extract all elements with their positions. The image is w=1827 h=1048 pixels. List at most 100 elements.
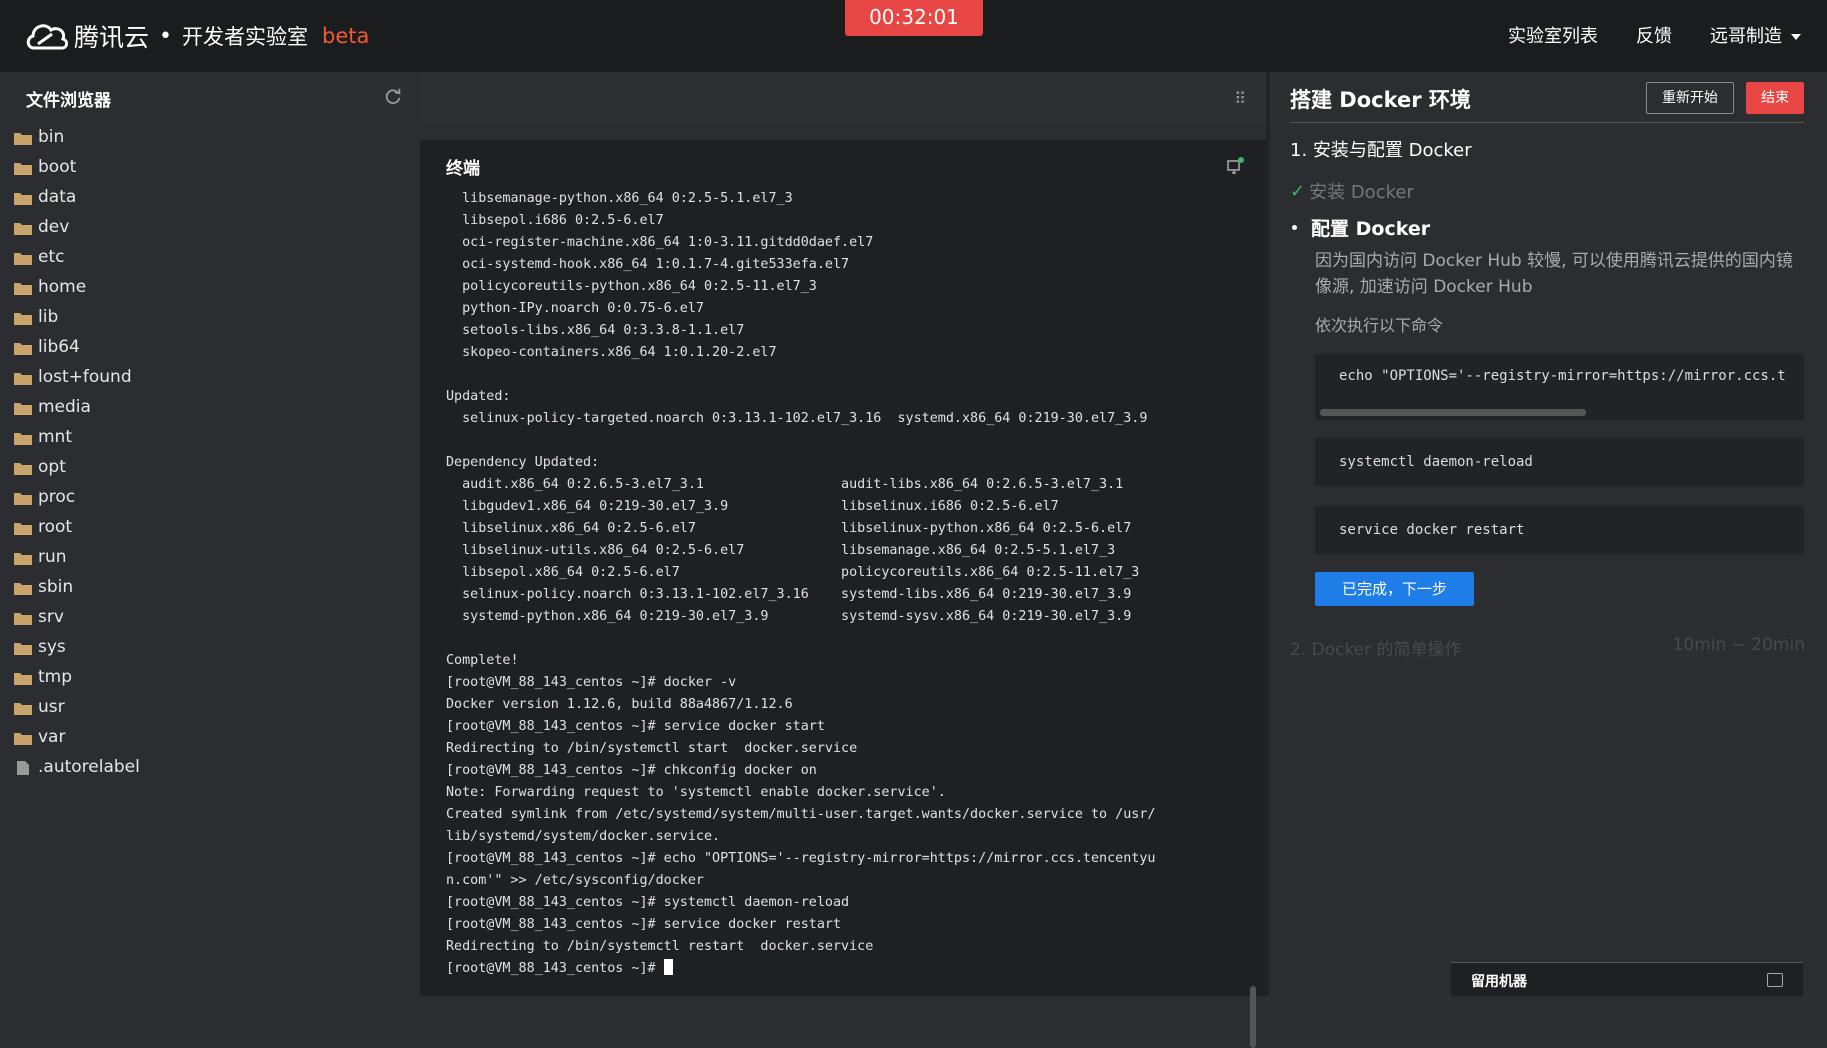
end-button[interactable]: 结束 xyxy=(1746,82,1804,114)
file-name: srv xyxy=(38,607,64,627)
grid-menu-icon[interactable]: ⠿ xyxy=(1234,89,1246,108)
keep-machine-label: 留用机器 xyxy=(1471,974,1527,990)
terminal-line: setools-libs.x86_64 0:3.3.8-1.1.el7 xyxy=(446,320,1155,342)
code-block-echo[interactable]: echo "OPTIONS='--registry-mirror=https:/… xyxy=(1315,354,1804,420)
terminal-output[interactable]: libsemanage-python.x86_64 0:2.5-5.1.el7_… xyxy=(446,188,1155,980)
code-block-docker-restart[interactable]: service docker restart xyxy=(1315,506,1804,554)
folder-icon xyxy=(14,130,32,145)
file-item[interactable]: tmp xyxy=(14,662,140,692)
terminal-line: audit.x86_64 0:2.6.5-3.el7_3.1 audit-lib… xyxy=(446,474,1155,496)
file-item[interactable]: srv xyxy=(14,602,140,632)
terminal-area: ⠿ 终端 libsemanage-python.x86_64 0:2.5-5.1… xyxy=(420,72,1266,1048)
next-step-button[interactable]: 已完成，下一步 xyxy=(1315,572,1474,606)
refresh-icon[interactable] xyxy=(383,86,405,108)
terminal-line: libselinux-utils.x86_64 0:2.5-6.el7 libs… xyxy=(446,540,1155,562)
section-1-title[interactable]: 1. 安装与配置 Docker xyxy=(1290,136,1472,162)
beta-badge: beta xyxy=(322,24,370,48)
file-item[interactable]: data xyxy=(14,182,140,212)
code-scrollbar[interactable] xyxy=(1320,409,1586,416)
file-item[interactable]: proc xyxy=(14,482,140,512)
external-window-icon[interactable] xyxy=(1226,156,1244,174)
file-item[interactable]: lib xyxy=(14,302,140,332)
file-item[interactable]: sys xyxy=(14,632,140,662)
nav-lab-list[interactable]: 实验室列表 xyxy=(1508,22,1598,48)
file-name: root xyxy=(38,517,73,537)
brand-separator: • xyxy=(159,23,172,49)
terminal-line-text: Updated: xyxy=(446,389,511,404)
section-2-title[interactable]: 2. Docker 的简单操作 xyxy=(1290,635,1462,660)
file-item[interactable]: var xyxy=(14,722,140,752)
step-description: 因为国内访问 Docker Hub 较慢, 可以使用腾讯云提供的国内镜像源, 加… xyxy=(1315,251,1793,297)
terminal-line-text: [root@VM_88_143_centos ~]# systemctl dae… xyxy=(446,895,850,910)
terminal-line: [root@VM_88_143_centos ~]# service docke… xyxy=(446,716,1155,738)
folder-icon xyxy=(14,340,32,355)
file-name: etc xyxy=(38,247,65,267)
file-item[interactable]: dev xyxy=(14,212,140,242)
file-list: bin boot data dev etc home lib lib64 lost+found m… xyxy=(14,122,140,782)
file-name: media xyxy=(38,397,91,417)
terminal-line: [root@VM_88_143_centos ~]# chkconfig doc… xyxy=(446,760,1155,782)
terminal-line-text: libselinux-utils.x86_64 0:2.5-6.el7 libs… xyxy=(446,543,1116,558)
file-name: tmp xyxy=(38,667,73,687)
nav-feedback[interactable]: 反馈 xyxy=(1636,22,1672,48)
file-name: bin xyxy=(38,127,65,147)
file-name: sbin xyxy=(38,577,74,597)
terminal-line: [root@VM_88_143_centos ~]# service docke… xyxy=(446,914,1155,936)
file-icon xyxy=(14,760,32,775)
file-item[interactable]: etc xyxy=(14,242,140,272)
terminal-line: [root@VM_88_143_centos ~]# systemctl dae… xyxy=(446,892,1155,914)
terminal-line-text: libgudev1.x86_64 0:219-30.el7_3.9 libsel… xyxy=(446,499,1059,514)
tencent-cloud-logo[interactable]: 腾讯云 • 开发者实验室 beta xyxy=(24,16,369,56)
file-item[interactable]: lib64 xyxy=(14,332,140,362)
file-item[interactable]: mnt xyxy=(14,422,140,452)
file-item[interactable]: sbin xyxy=(14,572,140,602)
folder-icon xyxy=(14,550,32,565)
terminal-line: Redirecting to /bin/systemctl start dock… xyxy=(446,738,1155,760)
nav-user-menu[interactable]: 远哥制造 xyxy=(1710,22,1801,48)
file-item[interactable]: .autorelabel xyxy=(14,752,140,782)
terminal-line: libselinux.x86_64 0:2.5-6.el7 libselinux… xyxy=(446,518,1155,540)
lab-title: 开发者实验室 xyxy=(182,25,308,49)
terminal-line-text: policycoreutils-python.x86_64 0:2.5-11.e… xyxy=(446,279,817,294)
file-item[interactable]: boot xyxy=(14,152,140,182)
file-item[interactable]: run xyxy=(14,542,140,572)
chat-icon[interactable] xyxy=(1767,973,1783,987)
step-install-label: 安装 Docker xyxy=(1309,182,1414,203)
terminal-panel[interactable]: 终端 libsemanage-python.x86_64 0:2.5-5.1.e… xyxy=(420,140,1266,1048)
terminal-line: [root@VM_88_143_centos ~]# xyxy=(446,958,1155,980)
user-name: 远哥制造 xyxy=(1710,26,1782,47)
file-item[interactable]: bin xyxy=(14,122,140,152)
terminal-line-text: setools-libs.x86_64 0:3.3.8-1.1.el7 xyxy=(446,323,745,338)
folder-icon xyxy=(14,430,32,445)
terminal-line: Note: Forwarding request to 'systemctl e… xyxy=(446,782,1155,804)
terminal-title: 终端 xyxy=(446,159,480,179)
section-2-duration: 10min ~ 20min xyxy=(1672,635,1805,655)
keep-machine-bar[interactable]: 留用机器 xyxy=(1451,962,1803,996)
terminal-line: selinux-policy-targeted.noarch 0:3.13.1-… xyxy=(446,408,1155,430)
file-item[interactable]: usr xyxy=(14,692,140,722)
terminal-line-text: [root@VM_88_143_centos ~]# service docke… xyxy=(446,719,825,734)
step-install-docker[interactable]: ✓ 安装 Docker xyxy=(1290,178,1414,204)
terminal-line: selinux-policy.noarch 0:3.13.1-102.el7_3… xyxy=(446,584,1155,606)
restart-button[interactable]: 重新开始 xyxy=(1646,82,1734,114)
terminal-line: [root@VM_88_143_centos ~]# echo "OPTIONS… xyxy=(446,848,1155,870)
code-text: service docker restart xyxy=(1339,522,1525,538)
step-configure-docker[interactable]: 配置 Docker xyxy=(1290,214,1430,241)
file-item[interactable]: opt xyxy=(14,452,140,482)
file-item[interactable]: home xyxy=(14,272,140,302)
step-instruction: 依次执行以下命令 xyxy=(1315,316,1444,335)
terminal-line: systemd-python.x86_64 0:219-30.el7_3.9 s… xyxy=(446,606,1155,628)
file-item[interactable]: media xyxy=(14,392,140,422)
bullet-icon xyxy=(1292,225,1297,230)
terminal-line: Redirecting to /bin/systemctl restart do… xyxy=(446,936,1155,958)
terminal-scrollbar[interactable] xyxy=(1250,986,1256,1048)
tutorial-title: 搭建 Docker 环境 xyxy=(1290,88,1471,112)
code-block-daemon-reload[interactable]: systemctl daemon-reload xyxy=(1315,438,1804,486)
file-item[interactable]: root xyxy=(14,512,140,542)
terminal-line: n.com'" >> /etc/sysconfig/docker xyxy=(446,870,1155,892)
terminal-line: oci-register-machine.x86_64 1:0-3.11.git… xyxy=(446,232,1155,254)
terminal-line-text: [root@VM_88_143_centos ~]# echo "OPTIONS… xyxy=(446,851,1156,866)
terminal-line-text: [root@VM_88_143_centos ~]# chkconfig doc… xyxy=(446,763,817,778)
file-item[interactable]: lost+found xyxy=(14,362,140,392)
terminal-line-text: Created symlink from /etc/systemd/system… xyxy=(446,807,1156,822)
